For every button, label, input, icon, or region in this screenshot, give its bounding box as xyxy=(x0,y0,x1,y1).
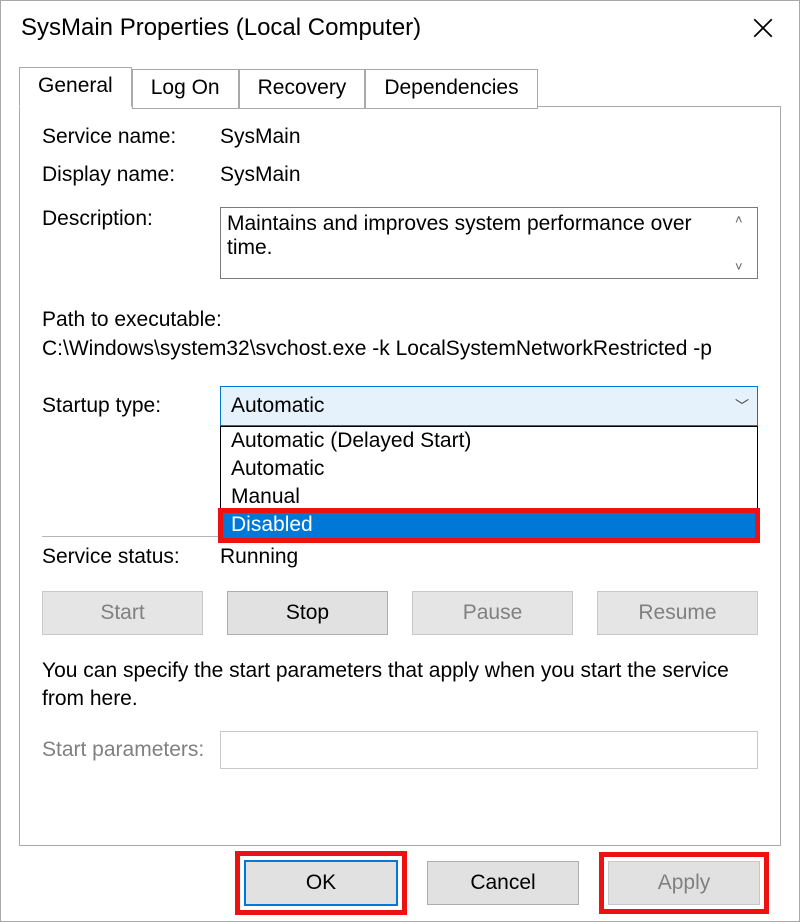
tabstrip: General Log On Recovery Dependencies xyxy=(19,66,781,106)
tab-log-on[interactable]: Log On xyxy=(132,69,239,109)
apply-highlight: Apply xyxy=(599,852,769,914)
dialog-button-bar: OK Cancel Apply xyxy=(1,846,799,921)
ok-button[interactable]: OK xyxy=(244,860,398,906)
resume-button: Resume xyxy=(597,591,758,635)
chevron-down-icon: ﹀ xyxy=(735,396,749,416)
start-params-label: Start parameters: xyxy=(42,738,220,762)
service-name-value: SysMain xyxy=(220,125,301,149)
cancel-button[interactable]: Cancel xyxy=(427,861,579,905)
startup-option-automatic[interactable]: Automatic xyxy=(221,455,757,483)
service-status-label: Service status: xyxy=(42,545,220,569)
path-value: C:\Windows\system32\svchost.exe -k Local… xyxy=(42,334,758,363)
path-label: Path to executable: xyxy=(42,305,758,334)
description-scroll[interactable]: ˄ ˅ xyxy=(735,208,755,278)
startup-option-disabled[interactable]: Disabled xyxy=(221,511,757,539)
titlebar: SysMain Properties (Local Computer) xyxy=(1,1,799,56)
tab-panel-general: Service name: SysMain Display name: SysM… xyxy=(19,106,781,846)
service-status-value: Running xyxy=(220,545,298,569)
description-label: Description: xyxy=(42,207,220,231)
startup-option-manual[interactable]: Manual xyxy=(221,483,757,511)
service-name-label: Service name: xyxy=(42,125,220,149)
tab-recovery[interactable]: Recovery xyxy=(239,69,366,109)
window-title: SysMain Properties (Local Computer) xyxy=(21,14,741,42)
apply-button: Apply xyxy=(608,861,760,905)
start-params-input xyxy=(220,731,758,769)
chevron-down-icon: ˅ xyxy=(735,259,755,274)
tab-dependencies[interactable]: Dependencies xyxy=(365,69,537,109)
start-button: Start xyxy=(42,591,203,635)
startup-option-delayed[interactable]: Automatic (Delayed Start) xyxy=(221,427,757,455)
startup-type-label: Startup type: xyxy=(42,394,220,418)
close-icon xyxy=(753,18,773,38)
properties-dialog: SysMain Properties (Local Computer) Gene… xyxy=(0,0,800,922)
pause-button: Pause xyxy=(412,591,573,635)
stop-button[interactable]: Stop xyxy=(227,591,388,635)
close-button[interactable] xyxy=(741,6,785,50)
start-params-hint: You can specify the start parameters tha… xyxy=(42,657,758,714)
description-box[interactable]: Maintains and improves system performanc… xyxy=(220,207,758,279)
startup-type-select[interactable]: Automatic ﹀ xyxy=(220,386,758,426)
tab-general[interactable]: General xyxy=(19,67,132,107)
chevron-up-icon: ˄ xyxy=(735,212,755,227)
startup-type-dropdown[interactable]: Automatic (Delayed Start) Automatic Manu… xyxy=(220,426,758,541)
display-name-value: SysMain xyxy=(220,163,301,187)
client-area: General Log On Recovery Dependencies Ser… xyxy=(1,56,799,846)
startup-type-selected: Automatic xyxy=(231,394,324,418)
ok-highlight: OK xyxy=(235,851,407,915)
display-name-label: Display name: xyxy=(42,163,220,187)
description-text: Maintains and improves system performanc… xyxy=(227,212,692,259)
